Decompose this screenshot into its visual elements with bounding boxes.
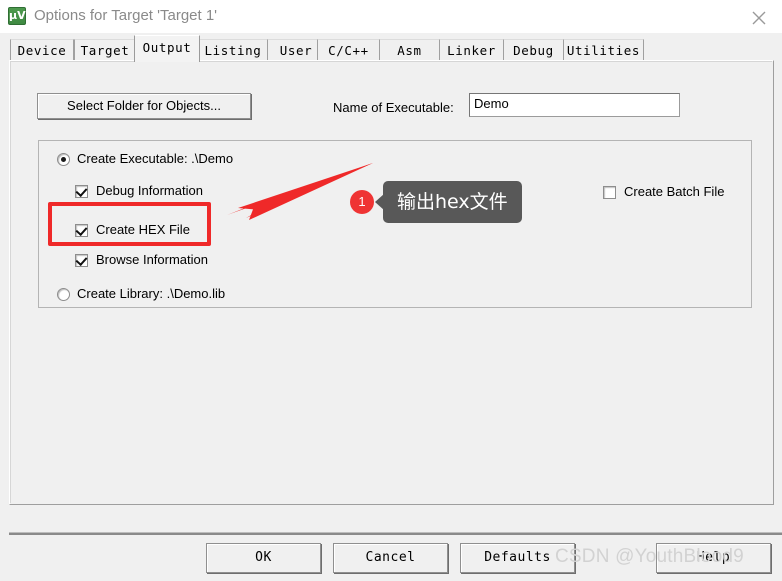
uvision-app-icon: μVs (8, 7, 33, 25)
browse-information-label: Browse Information (96, 252, 208, 267)
window-title: Options for Target 'Target 1' (34, 7, 218, 24)
output-tab-panel: Select Folder for Objects... Name of Exe… (9, 60, 774, 505)
tab-listing[interactable]: Listing (198, 39, 268, 61)
name-of-executable-label: Name of Executable: (333, 100, 454, 115)
tab-strip: Device Target Output Listing User C/C++ … (0, 33, 782, 62)
tab-utilities[interactable]: Utilities (563, 39, 644, 61)
cancel-button[interactable]: Cancel (333, 543, 448, 573)
tab-asm[interactable]: Asm (379, 39, 440, 61)
create-batch-file-label: Create Batch File (624, 184, 725, 199)
browse-information-checkbox[interactable] (75, 254, 88, 267)
create-batch-file-checkbox[interactable] (603, 186, 616, 199)
highlight-rectangle-annotation (48, 202, 211, 246)
app-icon-glyph: μVs (9, 9, 33, 22)
panel-inner-frame: Select Folder for Objects... Name of Exe… (10, 61, 772, 503)
name-of-executable-input[interactable]: Demo (469, 93, 680, 117)
title-bar: μVs Options for Target 'Target 1' (0, 0, 782, 34)
debug-information-checkbox[interactable] (75, 185, 88, 198)
debug-information-label: Debug Information (96, 183, 203, 198)
tab-linker[interactable]: Linker (439, 39, 504, 61)
tab-debug[interactable]: Debug (503, 39, 564, 61)
ok-button[interactable]: OK (206, 543, 321, 573)
tab-output[interactable]: Output (134, 35, 200, 62)
create-executable-radio[interactable] (57, 153, 70, 166)
annotation-tooltip: 输出hex文件 (375, 181, 522, 223)
csdn-watermark: CSDN @YouthBlood9 (555, 546, 744, 567)
options-dialog: μVs Options for Target 'Target 1' Device… (0, 0, 782, 581)
close-button[interactable] (736, 0, 782, 32)
step-badge-1: 1 (350, 190, 374, 214)
create-library-radio[interactable] (57, 288, 70, 301)
create-library-label: Create Library: .\Demo.lib (77, 286, 226, 301)
tab-device[interactable]: Device (10, 39, 74, 61)
footer-divider (9, 532, 782, 535)
tab-c-cpp[interactable]: C/C++ (317, 39, 380, 61)
close-icon (752, 11, 766, 25)
tab-target[interactable]: Target (74, 39, 136, 61)
select-folder-for-objects-button[interactable]: Select Folder for Objects... (37, 93, 251, 119)
